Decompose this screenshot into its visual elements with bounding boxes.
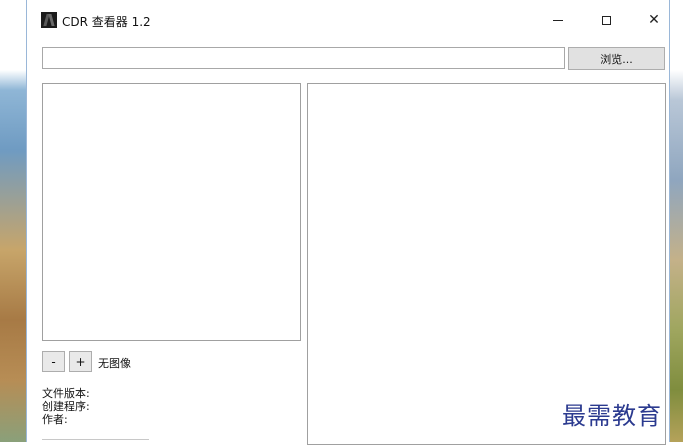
image-status-label: 无图像 bbox=[98, 357, 131, 370]
app-window: CDR 查看器 1.2 ✕ 浏览... - + 无图像 文件版本: 创建程序: … bbox=[26, 0, 670, 445]
desktop-background-right bbox=[670, 0, 683, 442]
thumbnail-panel bbox=[42, 83, 301, 341]
app-icon bbox=[41, 12, 57, 28]
file-version-label: 文件版本: bbox=[42, 387, 90, 400]
desktop-background-left bbox=[0, 0, 26, 442]
browse-button[interactable]: 浏览... bbox=[568, 47, 665, 70]
maximize-icon bbox=[601, 15, 611, 25]
author-label: 作者: bbox=[42, 413, 68, 426]
bottom-divider bbox=[42, 439, 149, 440]
preview-panel[interactable] bbox=[307, 83, 666, 445]
maximize-button[interactable] bbox=[583, 0, 629, 40]
close-button[interactable]: ✕ bbox=[631, 0, 677, 40]
zoom-in-button[interactable]: + bbox=[69, 351, 92, 372]
window-title: CDR 查看器 1.2 bbox=[62, 15, 151, 29]
title-bar[interactable]: CDR 查看器 1.2 ✕ bbox=[27, 0, 669, 40]
file-path-input[interactable] bbox=[42, 47, 565, 69]
creator-label: 创建程序: bbox=[42, 400, 90, 413]
minimize-button[interactable] bbox=[535, 0, 581, 40]
minimize-icon bbox=[553, 19, 563, 21]
close-icon: ✕ bbox=[648, 12, 660, 28]
zoom-out-button[interactable]: - bbox=[42, 351, 65, 372]
watermark-text: 最需教育 bbox=[562, 402, 662, 430]
